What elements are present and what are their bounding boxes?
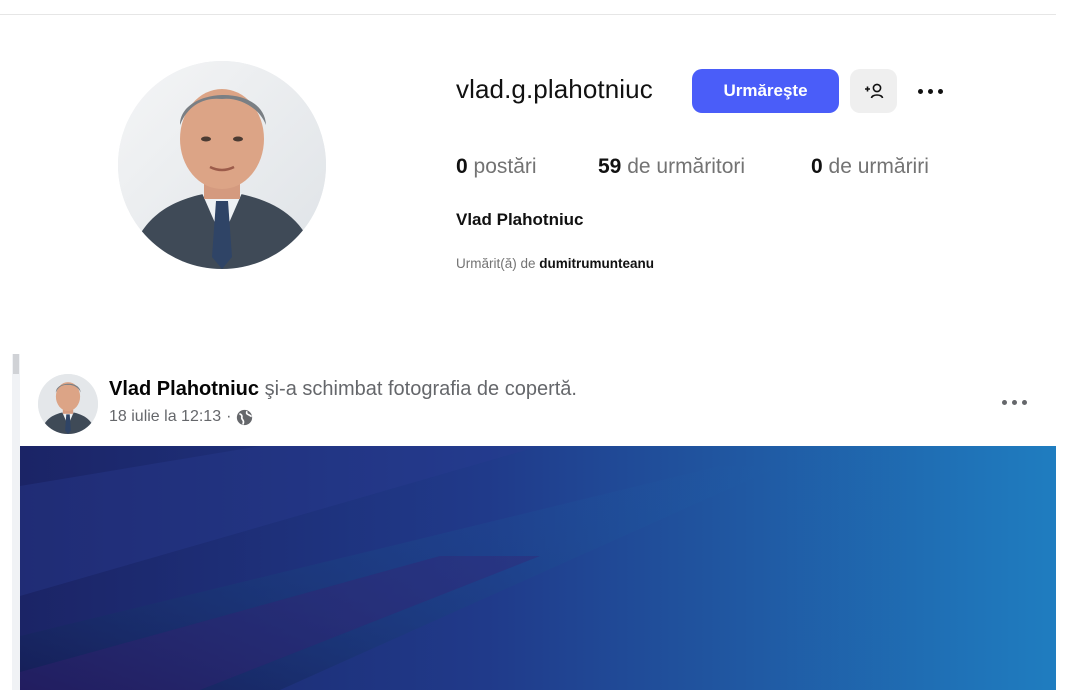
more-horizontal-icon bbox=[917, 88, 943, 94]
follow-button[interactable]: Urmăreşte bbox=[692, 69, 839, 113]
profile-full-name: Vlad Plahotniuc bbox=[456, 210, 584, 229]
following-count: 0 bbox=[811, 155, 823, 178]
profile-username: vlad.g.plahotniuc bbox=[456, 74, 653, 104]
add-user-icon bbox=[864, 83, 883, 99]
post-options-button[interactable] bbox=[996, 390, 1032, 414]
top-divider bbox=[0, 14, 1056, 15]
meta-separator: · bbox=[226, 408, 232, 425]
post-author-avatar[interactable] bbox=[38, 374, 98, 434]
author-photo bbox=[38, 374, 98, 434]
page: vlad.g.plahotniuc Urmăreşte 0 postări 59… bbox=[0, 0, 1070, 700]
profile-options-button[interactable] bbox=[910, 76, 950, 106]
background-window-edge bbox=[12, 354, 20, 690]
followers-label: de urmăritori bbox=[627, 155, 746, 178]
post-action-text: şi-a schimbat fotografia de copertă. bbox=[264, 378, 577, 400]
post-card: Vlad Plahotniuc şi-a schimbat fotografia… bbox=[20, 354, 1056, 690]
followers-count: 59 bbox=[598, 155, 622, 178]
globe-icon[interactable] bbox=[236, 409, 253, 426]
following-label: de urmăriri bbox=[828, 155, 929, 178]
profile-avatar[interactable] bbox=[118, 61, 326, 269]
more-horizontal-icon bbox=[1001, 399, 1027, 405]
cover-photo[interactable] bbox=[20, 446, 1056, 690]
post-meta: 18 iulie la 12:13 · bbox=[109, 408, 253, 426]
post-timestamp[interactable]: 18 iulie la 12:13 bbox=[109, 408, 221, 426]
post-header-line: Vlad Plahotniuc şi-a schimbat fotografia… bbox=[109, 378, 577, 401]
profile-photo bbox=[118, 61, 326, 269]
scrollbar-fragment bbox=[13, 354, 19, 374]
posts-stat: 0 postări bbox=[456, 155, 537, 179]
followed-by-prefix: Urmărit(ă) de bbox=[456, 256, 536, 271]
cover-image bbox=[20, 446, 1056, 690]
posts-label: postări bbox=[473, 155, 537, 178]
followers-stat[interactable]: 59 de urmăritori bbox=[598, 155, 745, 179]
post-author-name[interactable]: Vlad Plahotniuc bbox=[109, 378, 259, 400]
followed-by: Urmărit(ă) de dumitrumunteanu bbox=[456, 256, 654, 271]
following-stat[interactable]: 0 de urmăriri bbox=[811, 155, 929, 179]
suggest-user-button[interactable] bbox=[850, 69, 897, 113]
followed-by-user[interactable]: dumitrumunteanu bbox=[539, 256, 654, 271]
posts-count: 0 bbox=[456, 155, 468, 178]
